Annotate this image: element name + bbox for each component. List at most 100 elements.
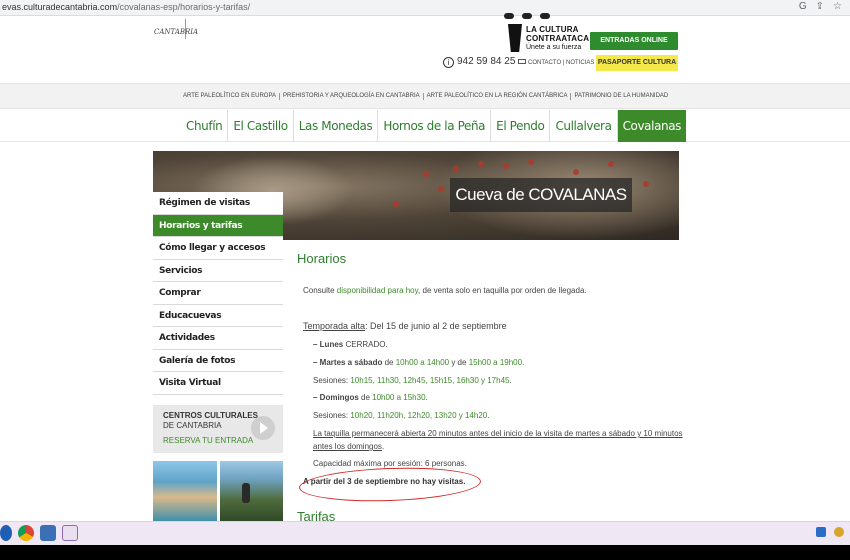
phone-number: i 942 59 84 25 [443,56,515,68]
sidebar-item-galeria[interactable]: Galería de fotos [153,349,283,372]
social-icon[interactable] [504,13,514,19]
cave-painting-mark [643,181,649,187]
martes-time1: 10h00 a 14h00 [395,358,450,367]
martes-line: – Martes a sábado de 10h00 a 14h00 y de … [313,358,524,367]
cultura-line2: CONTRAATACA [526,34,590,43]
header-logos[interactable]: CANTABRIA [152,17,272,41]
phone-text: 942 59 84 25 [457,56,516,67]
social-icon[interactable] [540,13,550,19]
browser-address-bar[interactable]: evas.culturadecantabria.com/covalanas-es… [0,0,850,16]
app-icon[interactable] [62,525,78,541]
banner-title: Cueva de COVALANAS [450,178,632,212]
social-icons [504,13,574,21]
sidebar-item-educacuevas[interactable]: Educacuevas [153,304,283,327]
red-circle-annotation [298,464,482,505]
sidebar-item-visita-virtual[interactable]: Visita Virtual [153,372,283,395]
sidebar-item-horarios[interactable]: Horarios y tarifas [153,214,283,237]
centros-culturales-box[interactable]: CENTROS CULTURALES DE CANTABRIA RESERVA … [153,405,283,453]
tab-las-monedas[interactable]: Las Monedas [294,110,379,142]
sesiones1-end: . [509,376,512,385]
sidebar-item-comprar[interactable]: Comprar [153,282,283,305]
tab-el-pendo[interactable]: El Pendo [491,110,551,142]
topnav-item-arte-region[interactable]: ARTE PALEOLÍTICO EN LA REGIÓN CANTÁBRICA [424,93,572,100]
domingos-end: . [425,393,428,402]
cave-painting-mark [573,169,579,175]
screen-bottom-bar [0,545,850,560]
lunes-text: CERRADO. [343,340,388,349]
taquilla-line2: antes los domingos. [313,442,384,451]
intro-post: , de venta solo en taquilla por orden de… [418,286,587,295]
tray-shield-icon[interactable] [816,527,826,537]
url-host: evas.culturadecantabria.com [2,2,118,12]
sidebar-menu: Régimen de visitas Horarios y tarifas Có… [153,192,283,395]
temporada-line: Temporada alta: Del 15 de junio al 2 de … [303,321,507,331]
taquilla-line2-text: antes los domingos [313,442,382,451]
tab-hornos-de-la-pena[interactable]: Hornos de la Peña [378,110,492,142]
sesiones2-end: . [487,411,490,420]
entradas-online-button[interactable]: ENTRADAS ONLINE [590,32,678,50]
browser-icons: G ⇪ ☆ [799,1,842,12]
sesiones1-line: Sesiones: 10h15, 11h30, 12h45, 15h15, 16… [313,376,512,385]
bookmark-star-icon[interactable]: ☆ [833,1,842,12]
sidebar-item-actividades[interactable]: Actividades [153,327,283,350]
chrome-icon[interactable] [18,525,34,541]
edge-icon[interactable] [0,525,12,541]
reserva-entrada-link[interactable]: RESERVA TU ENTRADA [163,436,253,445]
sesiones2-times: 10h20, 11h20h, 12h20, 13h20 y 14h20 [350,411,488,420]
cultura-line3: Únete a su fuerza [526,44,582,51]
cave-painting-mark [453,166,459,172]
horarios-heading: Horarios [297,251,347,266]
intro-paragraph: Consulte disponibilidad para hoy, de ven… [303,286,587,295]
tab-covalanas[interactable]: Covalanas [617,110,687,142]
capacidad-line: Capacidad máxima por sesión: 6 personas. [313,459,467,468]
domingos-label: – Domingos [313,393,359,402]
os-taskbar [0,521,850,545]
domingos-line: – Domingos de 10h00 a 15h30. [313,393,428,402]
cultura-contraataca-logo[interactable]: LA CULTURA CONTRAATACA Únete a su fuerza [508,22,590,54]
promo-photo-beach[interactable] [153,461,217,521]
cultura-line1: LA CULTURA [526,25,579,34]
phone-icon: i [443,57,454,68]
sesiones1-label: Sesiones: [313,376,351,385]
mail-icon [518,59,526,64]
martes-mid: y de [449,358,469,367]
taquilla-line1: La taquilla permanecerá abierta 20 minut… [313,429,683,438]
url-path: /covalanas-esp/horarios-y-tarifas/ [117,2,251,12]
unesco-logo [192,19,232,37]
contacto-link[interactable]: CONTACTO [528,60,561,66]
google-icon[interactable]: G [799,1,807,12]
cave-painting-mark [608,161,614,167]
temporada-text: : Del 15 de junio al 2 de septiembre [365,321,507,331]
social-icon[interactable] [522,13,532,19]
topnav-item-patrimonio[interactable]: PATRIMONIO DE LA HUMANIDAD [571,93,671,100]
tray-app-icon[interactable] [834,527,844,537]
noticias-link[interactable]: NOTICIAS [566,60,594,66]
martes-label: – Martes a sábado [313,358,383,367]
cave-navigation: Chufín El Castillo Las Monedas Hornos de… [0,110,850,142]
sidebar-item-servicios[interactable]: Servicios [153,259,283,282]
cave-painting-mark [503,163,509,169]
top-navigation: ARTE PALEOLÍTICO EN EUROPA PREHISTORIA Y… [0,83,850,109]
topnav-item-arte-europa[interactable]: ARTE PALEOLÍTICO EN EUROPA [180,93,281,100]
promo-photo-mountain[interactable] [220,461,283,521]
sidebar-item-regimen[interactable]: Régimen de visitas [153,192,283,215]
domingos-time: 10h00 a 15h30 [372,393,426,402]
sesiones1-times: 10h15, 11h30, 12h45, 15h15, 16h30 y 17h4… [350,376,510,385]
share-icon[interactable]: ⇪ [816,1,824,12]
cave-painting-mark [438,186,444,192]
intro-pre: Consulte [303,286,337,295]
martes-time2: 15h00 a 19h00 [468,358,523,367]
topnav-item-prehistoria[interactable]: PREHISTORIA Y ARQUEOLOGÍA EN CANTABRIA [280,93,424,100]
play-arrow-icon[interactable] [251,416,275,440]
tab-chufin[interactable]: Chufín [181,110,229,142]
url-text[interactable]: evas.culturadecantabria.com/covalanas-es… [2,2,250,12]
sidebar-item-como-llegar[interactable]: Cómo llegar y accesos [153,237,283,260]
pasaporte-cultura-button[interactable]: PASAPORTE CULTURA [596,55,678,71]
tab-cullalvera[interactable]: Cullalvera [550,110,618,142]
domingos-pre: de [358,393,373,402]
disponibilidad-link[interactable]: disponibilidad para hoy [337,286,418,295]
cave-network-logo [234,19,272,37]
app-icon[interactable] [40,525,56,541]
cantabria-logo[interactable]: CANTABRIA [152,19,198,39]
tab-el-castillo[interactable]: El Castillo [228,110,294,142]
